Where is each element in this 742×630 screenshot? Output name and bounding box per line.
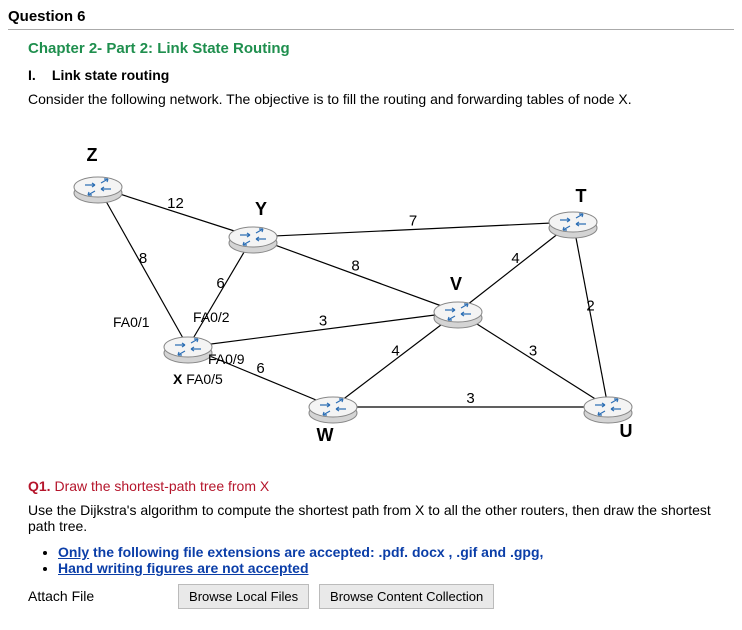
q1-title: Draw the shortest-path tree from X: [54, 478, 269, 494]
edge-weight-V-U: 3: [529, 343, 537, 360]
rule-2: Hand writing figures are not accepted: [58, 560, 734, 576]
edge-weight-T-U: 2: [586, 298, 594, 315]
edge-weight-X-V: 3: [319, 313, 327, 330]
router-u: [584, 397, 632, 423]
edge-weight-V-T: 4: [511, 250, 519, 267]
router-t: [549, 212, 597, 238]
edge-weight-Z-Y: 12: [167, 195, 184, 212]
node-label-t: T: [576, 186, 587, 206]
attach-label: Attach File: [28, 588, 94, 604]
intro-text: Consider the following network. The obje…: [28, 91, 734, 107]
router-v: [434, 302, 482, 328]
question-header: Question 6: [8, 8, 734, 30]
node-label-z: Z: [87, 145, 98, 165]
network-diagram: 12 8 6 7 8 3 6 4 3 4 3 2 Z Y T V W U FA0/1 FA0/2 FA0/9 X…: [28, 117, 688, 467]
rule-1: Only the following file extensions are a…: [58, 544, 734, 560]
iface-fa05: X FA0/5: [173, 371, 223, 387]
edge-weight-Y-X: 6: [216, 275, 224, 292]
iface-fa01: FA0/1: [113, 314, 150, 330]
iface-fa09: FA0/9: [208, 351, 245, 367]
section-title: Link state routing: [52, 67, 169, 83]
q1-heading: Q1. Draw the shortest-path tree from X: [28, 478, 734, 494]
browse-collection-button[interactable]: Browse Content Collection: [319, 584, 494, 609]
edge-weight-Y-V: 8: [351, 258, 359, 275]
edge-weight-X-W: 6: [256, 360, 264, 377]
edge-weight-W-V: 4: [391, 343, 399, 360]
router-x: [164, 337, 212, 363]
attach-row: Attach File Browse Local Files Browse Co…: [28, 584, 734, 609]
router-z: [74, 177, 122, 203]
section-number: I.: [28, 67, 48, 83]
node-label-w: W: [317, 425, 334, 445]
node-label-y: Y: [255, 199, 267, 219]
browse-local-button[interactable]: Browse Local Files: [178, 584, 309, 609]
edge-weight-W-U: 3: [466, 390, 474, 407]
edge-weight-Z-X: 8: [139, 250, 147, 267]
iface-fa02: FA0/2: [193, 309, 230, 325]
q1-label: Q1.: [28, 478, 51, 494]
router-w: [309, 397, 357, 423]
chapter-title: Chapter 2- Part 2: Link State Routing: [28, 40, 734, 57]
section-heading: I. Link state routing: [28, 67, 734, 83]
node-label-v: V: [450, 274, 462, 294]
router-y: [229, 227, 277, 253]
node-label-u: U: [620, 421, 633, 441]
rules-list: Only the following file extensions are a…: [58, 544, 734, 576]
edge-weight-Y-T: 7: [409, 213, 417, 230]
q1-instruction: Use the Dijkstra's algorithm to compute …: [28, 502, 734, 534]
